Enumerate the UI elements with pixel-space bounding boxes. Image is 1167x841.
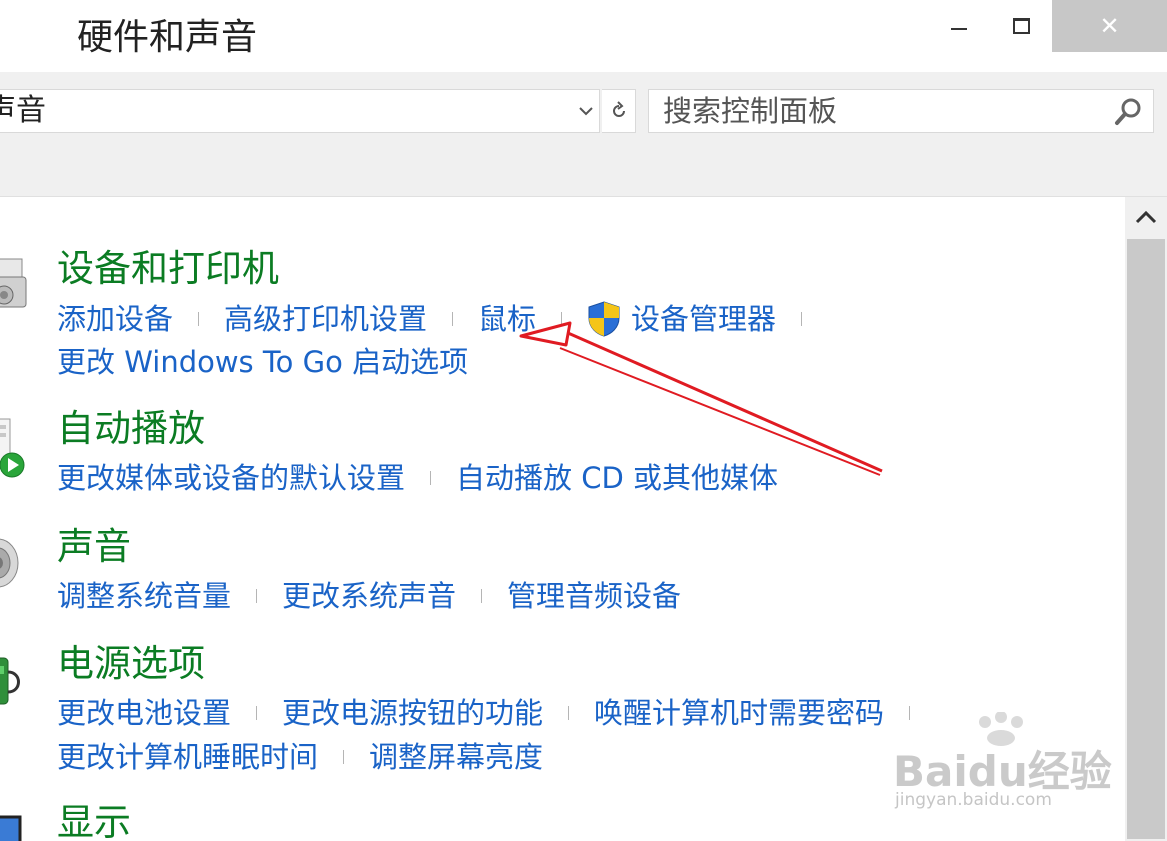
link-autoplay-cd[interactable]: 自动播放 CD 或其他媒体 [456,461,778,495]
link-battery-settings[interactable]: 更改电池设置 [57,696,231,730]
link-power-button-function[interactable]: 更改电源按钮的功能 [282,696,543,730]
title-bar: 硬件和声音 ✕ [0,0,1167,73]
chevron-up-icon [1135,210,1157,224]
watermark-url: jingyan.baidu.com [895,790,1052,810]
link-separator [343,750,345,764]
uac-shield-icon [588,301,620,337]
link-row: 更改媒体或设备的默认设置 自动播放 CD 或其他媒体 [57,461,778,495]
scroll-up-button[interactable] [1125,197,1167,237]
monitor-icon [0,815,22,841]
category-title[interactable]: 设备和打印机 [57,247,279,291]
link-separator [481,589,483,603]
refresh-icon [612,101,625,117]
search-box[interactable] [648,89,1154,133]
link-row: 更改 Windows To Go 启动选项 [57,345,468,379]
link-row: 更改电池设置 更改电源按钮的功能 唤醒计算机时需要密码 [57,696,935,730]
speaker-icon [0,538,19,588]
link-row: 添加设备 高级打印机设置 鼠标 设备管理器 [57,301,827,337]
link-mouse[interactable]: 鼠标 [478,302,536,336]
link-add-device[interactable]: 添加设备 [57,302,173,336]
link-device-manager[interactable]: 设备管理器 [631,302,776,336]
close-button[interactable]: ✕ [1052,0,1167,52]
maximize-button[interactable] [990,0,1052,52]
link-manage-audio-devices[interactable]: 管理音频设备 [507,579,681,613]
link-screen-brightness[interactable]: 调整屏幕亮度 [369,740,543,774]
link-row: 更改计算机睡眠时间 调整屏幕亮度 [57,740,543,774]
link-sleep-time[interactable]: 更改计算机睡眠时间 [57,740,318,774]
category-title[interactable]: 显示 [57,801,131,841]
category-title[interactable]: 声音 [57,525,131,569]
maximize-icon [1012,18,1030,34]
link-media-defaults[interactable]: 更改媒体或设备的默认设置 [57,461,405,495]
link-change-system-sounds[interactable]: 更改系统声音 [282,579,456,613]
autoplay-icon [0,418,25,478]
address-bar[interactable]: 声音 [0,89,600,133]
scroll-thumb[interactable] [1127,239,1165,839]
category-title[interactable]: 自动播放 [57,407,205,451]
link-row: 调整系统音量 更改系统声音 管理音频设备 [57,579,681,613]
chevron-down-icon[interactable] [576,100,596,122]
window-title: 硬件和声音 [77,17,258,58]
link-separator [801,312,803,326]
link-adjust-volume[interactable]: 调整系统音量 [57,579,231,613]
navigation-bar: 声音 [0,72,1167,152]
link-windows-to-go[interactable]: 更改 Windows To Go 启动选项 [57,345,468,379]
minimize-icon [951,28,967,30]
link-separator [198,312,200,326]
link-separator [256,589,258,603]
command-bar [0,152,1167,197]
printer-icon [0,258,27,308]
category-title[interactable]: 电源选项 [57,642,205,686]
minimize-button[interactable] [928,0,990,52]
baidu-watermark: Baidu经验 jingyan.baidu.com [893,712,1112,816]
link-separator [568,706,570,720]
battery-icon [0,657,20,705]
address-text: 声音 [0,93,46,128]
link-separator [256,706,258,720]
search-icon[interactable] [1113,96,1145,128]
link-separator [430,471,432,485]
search-input[interactable] [649,90,1103,132]
link-separator [452,312,454,326]
link-separator [561,312,563,326]
refresh-button[interactable] [602,89,636,133]
close-icon: ✕ [1099,12,1120,40]
link-advanced-printer-setup[interactable]: 高级打印机设置 [224,302,427,336]
vertical-scrollbar[interactable] [1125,197,1167,841]
link-require-password-on-wake[interactable]: 唤醒计算机时需要密码 [594,696,884,730]
